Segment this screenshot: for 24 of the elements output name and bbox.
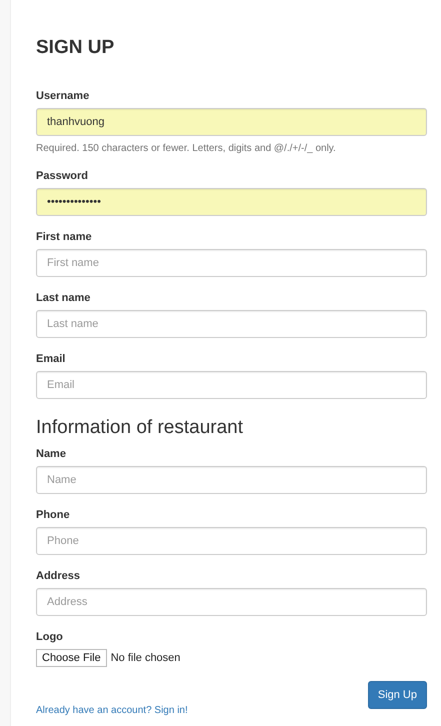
input-field[interactable]: thanhvuong	[36, 108, 427, 136]
input-field[interactable]: Phone	[36, 527, 427, 555]
file-status-text: No file chosen	[110, 652, 180, 664]
choose-file-button[interactable]: Choose File	[36, 649, 107, 667]
help-text: Required. 150 characters or fewer. Letters, digits and @/./+/-/_ only.	[36, 142, 336, 155]
field-label: First name	[36, 230, 92, 244]
section-heading: Information of restaurant	[36, 417, 244, 439]
sign-in-link[interactable]: Already have an account? Sign in!	[36, 705, 188, 716]
field-label: Name	[36, 447, 66, 461]
field-label: Last name	[36, 291, 90, 305]
field-label: Phone	[36, 508, 70, 522]
input-field[interactable]: Name	[36, 466, 427, 494]
field-label: Logo	[36, 630, 63, 644]
sign-up-button[interactable]: Sign Up	[368, 681, 427, 709]
input-field[interactable]: Address	[36, 588, 427, 616]
field-label: Address	[36, 569, 80, 583]
input-field[interactable]: ••••••••••••••	[36, 188, 427, 216]
input-field[interactable]: First name	[36, 249, 427, 277]
input-field[interactable]: Last name	[36, 310, 427, 338]
field-label: Username	[36, 89, 90, 103]
field-label: Password	[36, 169, 88, 183]
field-label: Email	[36, 352, 66, 366]
input-field[interactable]: Email	[36, 371, 427, 399]
page-title: SIGN UP	[36, 37, 116, 59]
